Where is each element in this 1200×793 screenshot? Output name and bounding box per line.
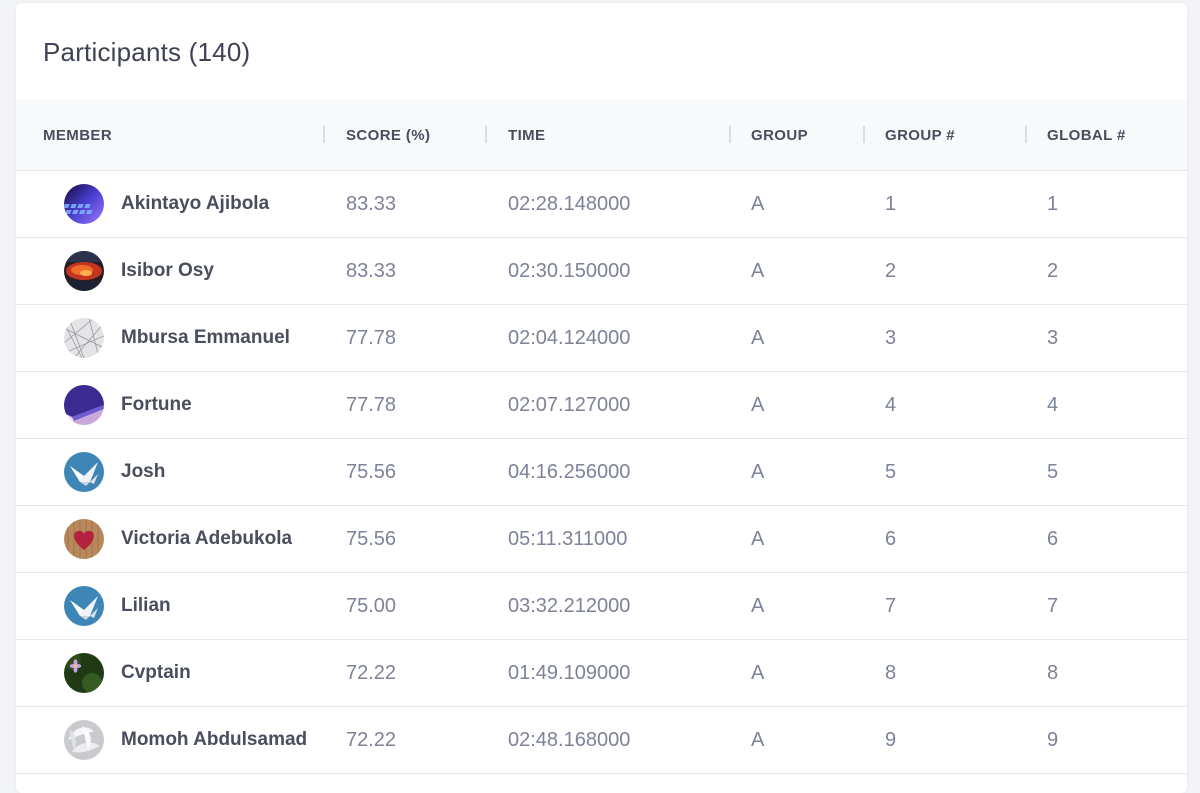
member-name: Lilian bbox=[121, 595, 171, 616]
member-name: Josh bbox=[121, 461, 166, 482]
time-cell: 02:07.127000 bbox=[508, 393, 631, 416]
table-row[interactable]: Momoh Abdulsamad 72.22 02:48.168000 A 9 … bbox=[16, 707, 1187, 774]
group-rank-cell: 1 bbox=[885, 192, 897, 215]
group-cell: A bbox=[751, 326, 765, 349]
member-name: Momoh Abdulsamad bbox=[121, 729, 308, 750]
keyboard-avatar-icon bbox=[64, 184, 104, 224]
column-header-member[interactable]: MEMBER bbox=[43, 99, 112, 171]
fire-avatar-icon bbox=[64, 251, 104, 291]
group-cell: A bbox=[751, 594, 765, 617]
global-rank-cell: 3 bbox=[1047, 326, 1059, 349]
group-cell: A bbox=[751, 460, 765, 483]
group-rank-cell: 5 bbox=[885, 460, 897, 483]
score-cell: 72.22 bbox=[346, 661, 397, 684]
table-row[interactable]: Josh 75.56 04:16.256000 A 5 5 bbox=[16, 439, 1187, 506]
table-row[interactable]: Lilian 75.00 03:32.212000 A 7 7 bbox=[16, 573, 1187, 640]
participants-card: Participants (140) MEMBER SCORE (%) TIME… bbox=[16, 3, 1187, 793]
time-cell: 04:16.256000 bbox=[508, 460, 631, 483]
table-row[interactable]: Cvptain 72.22 01:49.109000 A 8 8 bbox=[16, 640, 1187, 707]
table-row[interactable]: Isibor Osy 83.33 02:30.150000 A 2 2 bbox=[16, 238, 1187, 305]
member-name: Mbursa Emmanuel bbox=[121, 327, 290, 348]
member-name: Cvptain bbox=[121, 662, 191, 683]
column-header-group[interactable]: GROUP bbox=[751, 99, 808, 171]
global-rank-cell: 8 bbox=[1047, 661, 1059, 684]
time-cell: 03:32.212000 bbox=[508, 594, 631, 617]
time-cell: 02:48.168000 bbox=[508, 728, 631, 751]
table-body: Akintayo Ajibola 83.33 02:28.148000 A 1 … bbox=[16, 171, 1187, 774]
time-cell: 02:04.124000 bbox=[508, 326, 631, 349]
group-rank-cell: 9 bbox=[885, 728, 897, 751]
score-cell: 77.78 bbox=[346, 326, 397, 349]
group-rank-cell: 6 bbox=[885, 527, 897, 550]
group-cell: A bbox=[751, 527, 765, 550]
table-row[interactable]: Victoria Adebukola 75.56 05:11.311000 A … bbox=[16, 506, 1187, 573]
score-cell: 77.78 bbox=[346, 393, 397, 416]
table-row[interactable]: Mbursa Emmanuel 77.78 02:04.124000 A 3 3 bbox=[16, 305, 1187, 372]
group-cell: A bbox=[751, 192, 765, 215]
score-cell: 75.00 bbox=[346, 594, 397, 617]
group-cell: A bbox=[751, 728, 765, 751]
time-cell: 02:28.148000 bbox=[508, 192, 631, 215]
table-header: MEMBER SCORE (%) TIME GROUP GROUP # GLOB… bbox=[16, 99, 1187, 171]
purple-avatar-icon bbox=[64, 385, 104, 425]
page-title: Participants (140) bbox=[43, 36, 251, 67]
column-header-time[interactable]: TIME bbox=[508, 99, 545, 171]
column-divider bbox=[863, 126, 865, 143]
group-rank-cell: 2 bbox=[885, 259, 897, 282]
pattern-avatar-icon bbox=[64, 318, 104, 358]
global-rank-cell: 2 bbox=[1047, 259, 1059, 282]
member-name: Fortune bbox=[121, 394, 192, 415]
card-header: Participants (140) bbox=[16, 3, 1187, 99]
time-cell: 02:30.150000 bbox=[508, 259, 631, 282]
group-cell: A bbox=[751, 259, 765, 282]
time-cell: 01:49.109000 bbox=[508, 661, 631, 684]
global-rank-cell: 1 bbox=[1047, 192, 1059, 215]
member-name: Akintayo Ajibola bbox=[121, 193, 270, 214]
column-divider bbox=[1025, 126, 1027, 143]
paper-crane-avatar-icon bbox=[64, 586, 104, 626]
group-cell: A bbox=[751, 661, 765, 684]
flower-avatar-icon bbox=[64, 653, 104, 693]
column-header-score[interactable]: SCORE (%) bbox=[346, 99, 430, 171]
group-rank-cell: 8 bbox=[885, 661, 897, 684]
group-rank-cell: 4 bbox=[885, 393, 897, 416]
global-rank-cell: 4 bbox=[1047, 393, 1059, 416]
table-row[interactable]: Fortune 77.78 02:07.127000 A 4 4 bbox=[16, 372, 1187, 439]
score-cell: 83.33 bbox=[346, 192, 397, 215]
group-cell: A bbox=[751, 393, 765, 416]
white-petals-avatar-icon bbox=[64, 720, 104, 760]
score-cell: 72.22 bbox=[346, 728, 397, 751]
table-row[interactable]: Akintayo Ajibola 83.33 02:28.148000 A 1 … bbox=[16, 171, 1187, 238]
score-cell: 83.33 bbox=[346, 259, 397, 282]
group-rank-cell: 7 bbox=[885, 594, 897, 617]
time-cell: 05:11.311000 bbox=[508, 527, 628, 550]
global-rank-cell: 6 bbox=[1047, 527, 1059, 550]
global-rank-cell: 7 bbox=[1047, 594, 1059, 617]
paper-crane-avatar-icon bbox=[64, 452, 104, 492]
global-rank-cell: 5 bbox=[1047, 460, 1059, 483]
column-header-group-rank[interactable]: GROUP # bbox=[885, 99, 955, 171]
group-rank-cell: 3 bbox=[885, 326, 897, 349]
global-rank-cell: 9 bbox=[1047, 728, 1059, 751]
member-name: Victoria Adebukola bbox=[121, 528, 293, 549]
column-divider bbox=[729, 126, 731, 143]
heart-avatar-icon bbox=[64, 519, 104, 559]
column-header-global-rank[interactable]: GLOBAL # bbox=[1047, 99, 1126, 171]
score-cell: 75.56 bbox=[346, 460, 397, 483]
column-divider bbox=[485, 126, 487, 143]
score-cell: 75.56 bbox=[346, 527, 397, 550]
column-divider bbox=[323, 126, 325, 143]
member-name: Isibor Osy bbox=[121, 260, 214, 281]
